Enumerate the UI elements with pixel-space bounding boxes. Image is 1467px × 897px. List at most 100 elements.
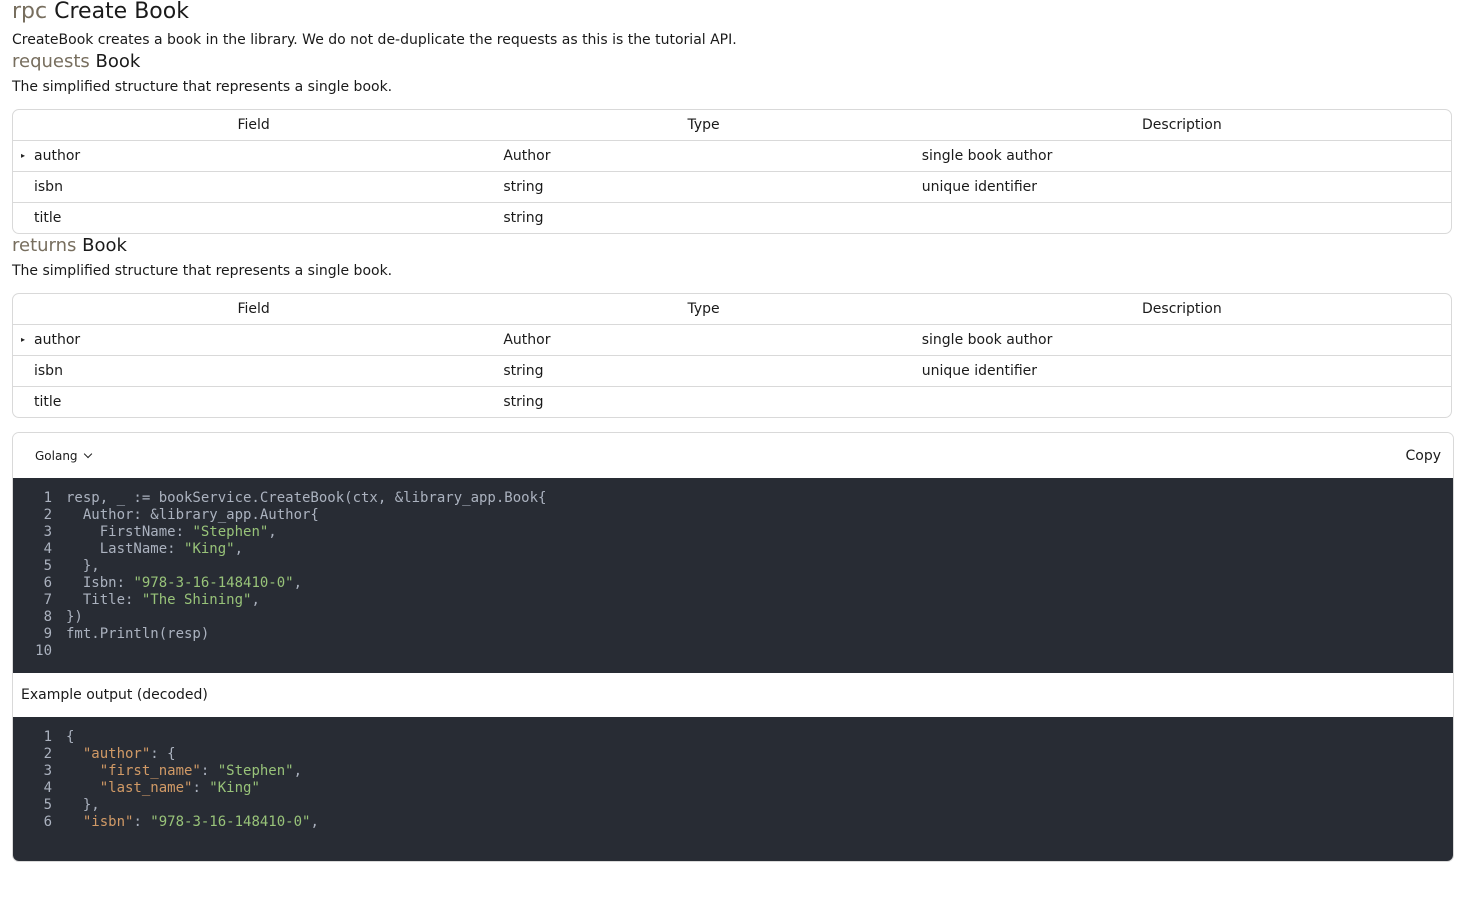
- line-number: 3: [43, 524, 52, 540]
- code-line-text: FirstName: "Stephen",: [66, 524, 277, 540]
- field-name-cell[interactable]: ▸ author: [13, 325, 495, 356]
- field-type: string: [503, 394, 544, 410]
- output-line: 3 "first_name": "Stephen",: [13, 763, 1453, 780]
- code-line: 6 Isbn: "978-3-16-148410-0",: [13, 575, 1453, 592]
- expand-caret-icon[interactable]: ▸: [21, 335, 25, 345]
- returns-description: The simplified structure that represents…: [12, 263, 393, 279]
- table-row[interactable]: ▸ author Author single book author: [13, 325, 1451, 356]
- output-line-text: {: [66, 729, 75, 745]
- column-header-description: Description: [912, 294, 1451, 325]
- code-line-text: LastName: "King",: [66, 541, 244, 557]
- code-line-text: }): [66, 609, 83, 625]
- field-name: title: [34, 394, 62, 410]
- table-row[interactable]: ▸ author Author single book author: [13, 141, 1451, 172]
- line-number: 8: [43, 609, 52, 625]
- code-line: 2 Author: &library_app.Author{: [13, 507, 1453, 524]
- column-header-description: Description: [912, 110, 1451, 141]
- line-number: 5: [43, 797, 52, 813]
- requests-description: The simplified structure that represents…: [12, 79, 393, 95]
- output-line-text: "author": {: [82, 746, 176, 762]
- column-header-type: Type: [494, 110, 913, 141]
- output-line-text: "isbn": "978-3-16-148410-0",: [82, 814, 319, 830]
- expand-caret-icon[interactable]: ▸: [21, 151, 25, 161]
- line-number: 4: [43, 780, 52, 796]
- line-number: 6: [43, 814, 52, 830]
- output-line: 6 "isbn": "978-3-16-148410-0",: [13, 814, 1453, 831]
- field-type: string: [503, 210, 544, 226]
- code-line: 8}): [13, 609, 1453, 626]
- language-select[interactable]: Golang: [35, 448, 92, 463]
- returns-heading: returns Book: [12, 234, 1452, 258]
- field-description: [913, 387, 1451, 417]
- rpc-title: rpc Create Book: [12, 0, 1452, 24]
- line-number: 1: [43, 729, 52, 745]
- line-number: 1: [43, 490, 52, 506]
- code-block: 1 resp, _ := bookService.CreateBook(ctx, …: [13, 478, 1453, 673]
- line-number: 3: [43, 763, 52, 779]
- output-line-text: "first_name": "Stephen",: [99, 763, 303, 779]
- code-line: 10: [13, 643, 1453, 660]
- field-name-cell: isbn: [13, 356, 495, 387]
- output-line: 2 "author": {: [13, 746, 1453, 763]
- code-line-text: },: [66, 558, 100, 574]
- line-number: 9: [43, 626, 52, 642]
- output-line: 1{: [13, 729, 1453, 746]
- code-example-card: Golang Copy 1 resp, _ := bookService.Crea…: [12, 432, 1454, 862]
- output-line-text: },: [66, 797, 100, 813]
- table-row: title string: [13, 203, 1451, 233]
- output-code-block: 1{2 "author": {3 "first_name": "Stephen"…: [13, 717, 1453, 861]
- line-number: 2: [43, 746, 52, 762]
- field-type: string: [494, 356, 913, 387]
- code-line: 4 LastName: "King",: [13, 541, 1453, 558]
- field-description: unique identifier: [912, 172, 1451, 203]
- copy-button[interactable]: Copy: [1405, 448, 1441, 464]
- field-name-cell: isbn: [13, 172, 495, 203]
- line-number: 5: [43, 558, 52, 574]
- requests-type-name: Book: [95, 51, 141, 72]
- field-name: title: [34, 210, 62, 226]
- field-type: Author: [494, 325, 913, 356]
- table-row: isbn string unique identifier: [13, 356, 1451, 387]
- column-header-type: Type: [494, 294, 913, 325]
- field-description: single book author: [912, 141, 1451, 172]
- rpc-keyword: rpc: [12, 0, 48, 24]
- language-select-value: Golang: [35, 448, 78, 463]
- field-description: [913, 203, 1451, 233]
- returns-fields-table: Field Type Description ▸ author Author s…: [12, 293, 1452, 418]
- field-description: single book author: [912, 325, 1451, 356]
- field-name: isbn: [34, 363, 63, 379]
- output-line: 5 },: [13, 797, 1453, 814]
- requests-heading: requests Book: [12, 50, 1452, 74]
- code-line: 5 },: [13, 558, 1453, 575]
- output-line-text: "last_name": "King": [99, 780, 260, 796]
- returns-keyword: returns: [12, 235, 77, 256]
- page: rpc Create Book CreateBook creates a boo…: [0, 0, 1467, 862]
- line-number: 6: [43, 575, 52, 591]
- code-line-text: Isbn: "978-3-16-148410-0",: [66, 575, 303, 591]
- field-type: string: [494, 172, 913, 203]
- code-line: 7 Title: "The Shining",: [13, 592, 1453, 609]
- table-row: isbn string unique identifier: [13, 172, 1451, 203]
- field-name-cell[interactable]: ▸ author: [13, 141, 495, 172]
- output-line: 4 "last_name": "King": [13, 780, 1453, 797]
- column-header-field: Field: [13, 110, 495, 141]
- code-toolbar: Golang Copy: [13, 433, 1453, 478]
- rpc-description: CreateBook creates a book in the library…: [12, 32, 737, 48]
- table-row: title string: [13, 387, 1451, 417]
- column-header-field: Field: [13, 294, 495, 325]
- field-name: author: [34, 148, 81, 164]
- returns-type-name: Book: [82, 235, 127, 256]
- field-description: unique identifier: [912, 356, 1451, 387]
- field-name-cell: title: [13, 387, 494, 417]
- rpc-name: Create Book: [54, 0, 189, 24]
- code-line: 9 fmt.Println(resp): [13, 626, 1453, 643]
- line-number: 7: [43, 592, 52, 608]
- code-line-text: fmt.Println(resp): [66, 626, 210, 642]
- code-line-text: Author: &library_app.Author{: [66, 507, 319, 523]
- chevron-down-icon: [83, 449, 92, 458]
- code-line: 3 FirstName: "Stephen",: [13, 524, 1453, 541]
- code-line-text: Title: "The Shining",: [66, 592, 260, 608]
- field-type: Author: [494, 141, 913, 172]
- requests-fields-table: Field Type Description ▸ author Author s…: [12, 109, 1452, 234]
- line-number: 2: [43, 507, 52, 523]
